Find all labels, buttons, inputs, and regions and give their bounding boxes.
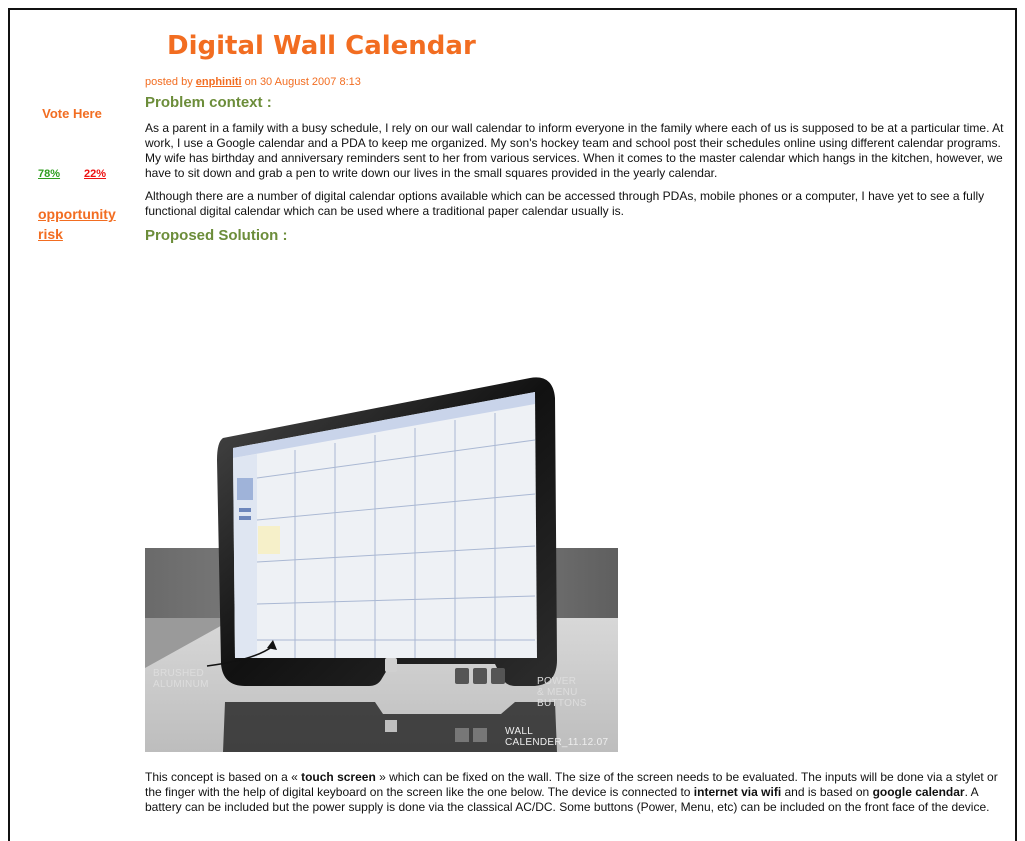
concept-render-image: BRUSHED ALUMINUM POWER & MENU BUTTONS WA… [145, 368, 618, 752]
power-menu-buttons-label: POWER & MENU BUTTONS [537, 676, 587, 709]
vote-no-percent[interactable]: 22% [84, 168, 106, 180]
risk-link[interactable]: risk [38, 226, 63, 242]
solution-description: This concept is based on a « touch scree… [145, 770, 1015, 823]
vote-here-label: Vote Here [42, 106, 102, 121]
solution-paragraph: This concept is based on a « touch scree… [145, 770, 1015, 815]
vote-sidebar: Vote Here 78% 22% opportunity risk [26, 106, 118, 242]
problem-context-heading: Problem context : [145, 94, 272, 111]
problem-paragraph-2: Although there are a number of digital c… [145, 189, 985, 218]
byline: posted by enphiniti on 30 August 2007 8:… [145, 76, 1015, 88]
article: Digital Wall Calendar posted by enphinit… [145, 28, 1015, 254]
internet-wifi-emphasis: internet via wifi [693, 785, 782, 799]
google-calendar-emphasis: google calendar [872, 785, 965, 799]
brushed-aluminum-label: BRUSHED ALUMINUM [153, 668, 209, 690]
figure-caption: WALL CALENDER_11.12.07 [505, 726, 609, 748]
author-link[interactable]: enphiniti [196, 76, 242, 88]
problem-paragraph-1: As a parent in a family with a busy sche… [145, 121, 1004, 180]
byline-prefix: posted by [145, 76, 196, 88]
proposed-solution-heading: Proposed Solution : [145, 227, 288, 244]
text-fragment: This concept is based on a « [145, 770, 302, 784]
touch-screen-emphasis: touch screen [301, 770, 376, 784]
opportunity-link[interactable]: opportunity [38, 206, 116, 222]
byline-date: on 30 August 2007 8:13 [241, 76, 361, 88]
text-fragment: and is based on [781, 785, 873, 799]
vote-yes-percent[interactable]: 78% [38, 168, 60, 180]
article-title: Digital Wall Calendar [167, 31, 476, 61]
